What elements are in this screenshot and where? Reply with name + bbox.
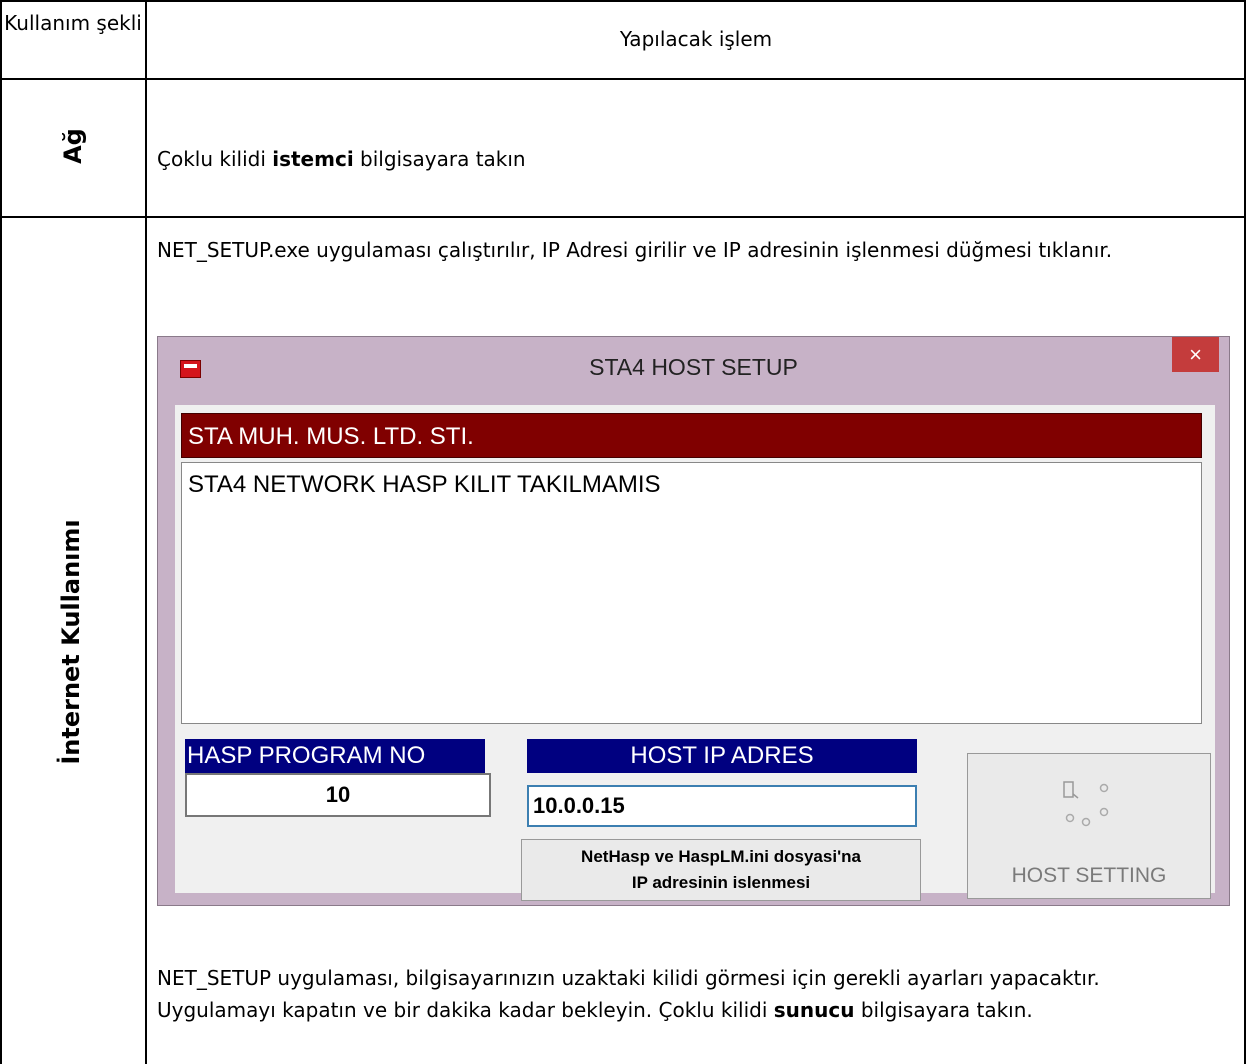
row-network-text-part2: bilgisayara takın [353,147,526,171]
row-network-text-bold: istemci [272,147,354,171]
row-network-text-part1: Çoklu kilidi [157,147,273,171]
row-internet-intro: NET_SETUP.exe uygulaması çalıştırılır, I… [157,238,1113,262]
close-button[interactable]: × [1172,337,1219,372]
write-ip-button-line2: IP adresinin islenmesi [631,873,811,892]
host-setting-button[interactable]: HOST SETTING [967,753,1211,899]
row-network-text: Çoklu kilidi istemci bilgisayara takın [157,143,526,175]
status-message-box: STA4 NETWORK HASP KILIT TAKILMAMIS [181,462,1202,724]
header-action: Yapılacak işlem [619,27,773,51]
row-internet-outro-part2: bilgisayara takın. [854,998,1033,1022]
host-ip-label: HOST IP ADRES [527,739,917,773]
row-label-internet: İnternet Kullanımı [57,519,85,765]
header-usage-type: Kullanım şekli [4,11,142,35]
dialog-client-area: STA MUH. MUS. LTD. STI. STA4 NETWORK HAS… [175,405,1215,901]
table-border-row1 [0,78,1246,80]
table-border-left [0,0,2,1064]
host-ip-input[interactable]: 10.0.0.15 [527,785,917,827]
table-border-mid [145,0,147,1064]
write-ip-button[interactable]: NetHasp ve HaspLM.ini dosyasi'na IP adre… [521,839,921,901]
hasp-program-field[interactable]: 10 [185,773,491,817]
app-icon [180,360,201,378]
network-icon [1063,781,1109,827]
hasp-program-label: HASP PROGRAM NO [185,739,485,773]
company-name-bar: STA MUH. MUS. LTD. STI. [181,413,1202,458]
host-setting-label: HOST SETTING [1011,864,1167,887]
row-label-network: Ağ [59,128,87,164]
write-ip-button-line1: NetHasp ve HaspLM.ini dosyasi'na [581,847,861,866]
row-internet-outro: NET_SETUP uygulaması, bilgisayarınızın u… [157,962,1157,1026]
row-internet-outro-bold: sunucu [773,998,855,1022]
sta4-host-setup-dialog: STA4 HOST SETUP × STA MUH. MUS. LTD. STI… [157,336,1230,906]
table-border-row2 [0,216,1246,218]
dialog-title: STA4 HOST SETUP [589,353,798,380]
